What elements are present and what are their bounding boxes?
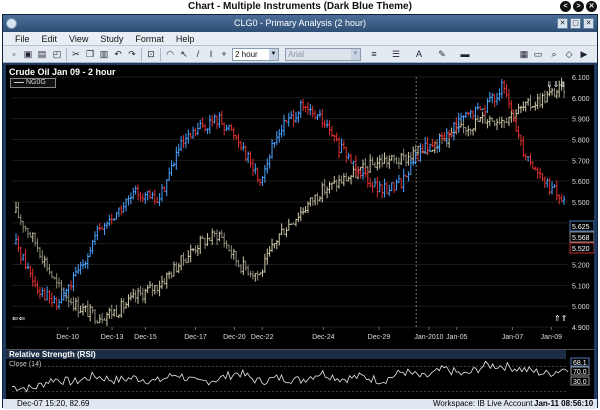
- comment-icon[interactable]: ▭: [532, 48, 544, 60]
- y-tick-label: 5.600: [572, 179, 590, 186]
- y-tick-label: 5.700: [572, 158, 590, 165]
- chevron-down-icon: ▼: [351, 49, 360, 60]
- interval-value: 2 hour: [235, 50, 258, 59]
- price-label: 5.568: [572, 235, 590, 242]
- fill-icon[interactable]: ▬: [459, 48, 471, 60]
- x-tick-label: Jan-2010: [414, 334, 443, 341]
- menu-edit[interactable]: Edit: [42, 34, 58, 44]
- x-tick-label: Jan-05: [446, 334, 468, 341]
- rsi-title: Relative Strength (RSI): [6, 350, 566, 359]
- zoom-icon[interactable]: ⊡: [145, 48, 157, 60]
- maximize-button[interactable]: ▢: [570, 18, 581, 29]
- x-tick-label: Dec-15: [134, 334, 157, 341]
- redo-icon[interactable]: ↷: [126, 48, 138, 60]
- outer-title-bar: Chart - Multiple Instruments (Dark Blue …: [0, 0, 600, 14]
- chart-title: Crude Oil Jan 09 - 2 hour: [9, 67, 116, 77]
- y-tick-label: 5.100: [572, 283, 590, 290]
- y-tick-label: 5.900: [572, 117, 590, 124]
- rsi-level-label: 30.0: [573, 379, 587, 386]
- font-color-icon[interactable]: A: [413, 48, 425, 60]
- open-folder-icon[interactable]: ◰: [51, 48, 63, 60]
- legend: NG0G: [10, 78, 56, 88]
- price-chart-svg: 6.1006.0005.9005.8005.7005.6005.5005.400…: [12, 75, 594, 341]
- line-style-icon[interactable]: ☰: [390, 48, 402, 60]
- rsi-subtitle: Close (14): [9, 361, 42, 368]
- layout-icon[interactable]: ▦: [518, 48, 530, 60]
- status-time: Jan-11 08:56:10: [534, 399, 594, 408]
- x-tick-label: Dec-13: [101, 334, 124, 341]
- menu-file[interactable]: File: [15, 34, 30, 44]
- window-title: CLG0 - Primary Analysis (2 hour): [233, 18, 367, 28]
- rsi-level-label: 70.0: [573, 369, 587, 376]
- y-tick-label: 5.200: [572, 263, 590, 270]
- menu-view[interactable]: View: [69, 34, 88, 44]
- pointer-icon[interactable]: ↖: [178, 48, 190, 60]
- line-weight-icon[interactable]: ≡: [368, 48, 380, 60]
- tag-icon[interactable]: ◇: [563, 48, 575, 60]
- cursor-icon[interactable]: I: [205, 48, 217, 60]
- interval-select[interactable]: 2 hour ▼: [232, 48, 279, 61]
- close-icon[interactable]: ✕: [586, 1, 597, 12]
- price-label: 5.625: [572, 224, 590, 231]
- chart-window: CLG0 - Primary Analysis (2 hour) ✕ ▢ ✕ F…: [2, 14, 598, 409]
- outer-window-title: Chart - Multiple Instruments (Dark Blue …: [188, 1, 412, 12]
- y-tick-label: 6.100: [572, 75, 590, 82]
- menu-bar: File Edit View Study Format Help: [3, 32, 597, 46]
- y-tick-label: 6.000: [572, 96, 590, 103]
- y-tick-label: 5.800: [572, 138, 590, 145]
- status-bar: Dec-07 15:20, 82.69 Workspace: IB Live A…: [3, 399, 597, 409]
- fill-color-icon[interactable]: ✎: [436, 48, 448, 60]
- crosshair-icon[interactable]: +: [218, 48, 230, 60]
- x-tick-label: Jan-07: [502, 334, 524, 341]
- line-tool-icon[interactable]: /: [192, 48, 204, 60]
- status-workspace: Workspace: IB Live Account: [433, 399, 533, 408]
- scroll-left-icon: ⇐⇐: [12, 314, 26, 323]
- font-select[interactable]: Arial ▼: [285, 48, 361, 61]
- cut-icon[interactable]: ✂: [70, 48, 82, 60]
- price-label: 5.520: [572, 246, 590, 253]
- menu-study[interactable]: Study: [100, 34, 123, 44]
- scroll-down-icon: ⇓⇓⇓: [546, 80, 566, 89]
- menu-format[interactable]: Format: [135, 34, 164, 44]
- print-icon[interactable]: ▤: [36, 48, 48, 60]
- lasso-icon[interactable]: ◠: [164, 48, 176, 60]
- toolbar: ▫ ▣ ▤ ◰ ✂ ❐ ▥ ↶ ↷ ⊡ ◠ ↖ / I + 2 hour ▼ A…: [3, 46, 597, 63]
- x-tick-label: Dec-24: [312, 334, 335, 341]
- save-icon[interactable]: ▣: [22, 48, 34, 60]
- x-tick-label: Dec-10: [56, 334, 79, 341]
- y-tick-label: 5.000: [572, 304, 590, 311]
- x-tick-label: Jan-09: [541, 334, 563, 341]
- window-title-bar: CLG0 - Primary Analysis (2 hour) ✕ ▢ ✕: [3, 15, 597, 32]
- settings-icon[interactable]: ▶: [578, 48, 590, 60]
- next-icon[interactable]: >: [573, 1, 584, 12]
- legend-label: NG0G: [26, 79, 46, 86]
- paste-icon[interactable]: ▥: [98, 48, 110, 60]
- x-tick-label: Dec-20: [223, 334, 246, 341]
- menu-help[interactable]: Help: [176, 34, 195, 44]
- legend-swatch: [14, 81, 24, 83]
- copy-icon[interactable]: ❐: [84, 48, 96, 60]
- chevron-down-icon: ▼: [269, 49, 278, 60]
- x-tick-label: Dec-29: [368, 334, 391, 341]
- prev-icon[interactable]: <: [560, 1, 571, 12]
- close-button[interactable]: ✕: [583, 18, 594, 29]
- new-icon[interactable]: ▫: [8, 48, 20, 60]
- price-chart[interactable]: 6.1006.0005.9005.8005.7005.6005.5005.400…: [6, 65, 594, 349]
- status-cursor-value: Dec-07 15:20, 82.69: [17, 399, 90, 408]
- x-tick-label: Dec-22: [251, 334, 274, 341]
- scroll-up-icon: ⇑⇑: [554, 314, 567, 323]
- undo-icon[interactable]: ↶: [112, 48, 124, 60]
- x-tick-label: Dec-17: [184, 334, 207, 341]
- y-tick-label: 5.500: [572, 200, 590, 207]
- zoom-chart-icon[interactable]: ⌕: [548, 48, 560, 60]
- y-tick-label: 4.900: [572, 325, 590, 332]
- rsi-panel[interactable]: 68.1 70.0 30.0 Relative Strength (RSI) Clo…: [6, 349, 594, 399]
- font-value: Arial: [288, 50, 305, 59]
- rsi-level-label: 68.1: [573, 360, 587, 367]
- minimize-button[interactable]: ✕: [557, 18, 568, 29]
